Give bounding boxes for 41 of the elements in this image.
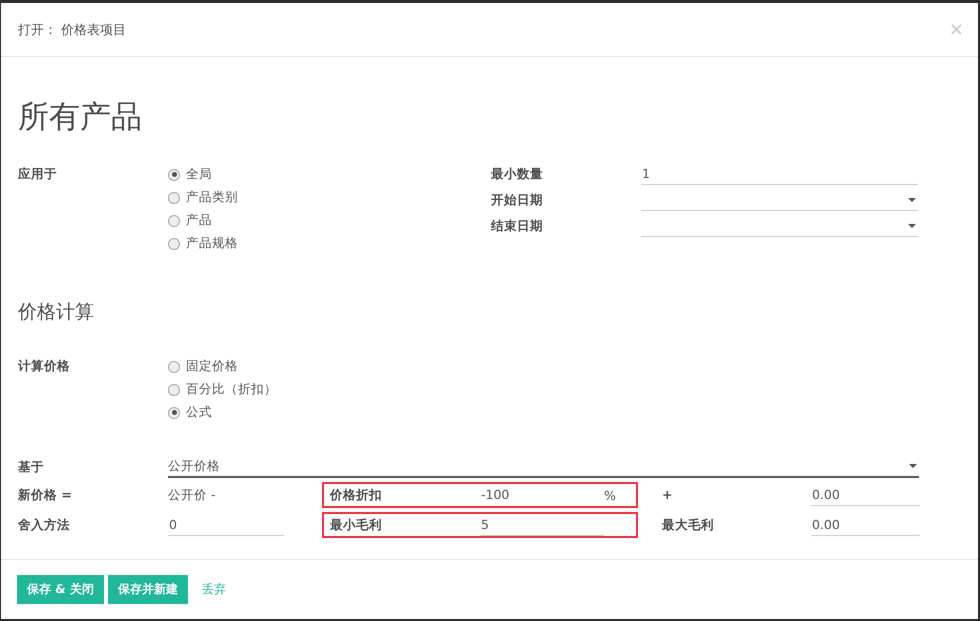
caret-icon [908,198,916,202]
select-field[interactable]: 公开价格 [168,456,919,478]
field-label: 最小毛利 [330,516,383,534]
option-label: 产品规格 [186,235,238,252]
input-field[interactable]: 1 [641,163,918,185]
field-label: + [662,486,674,504]
section-title: 价格计算 [18,300,95,325]
field-label: 开始日期 [491,191,544,209]
input-field[interactable]: 0.00 [811,484,920,506]
input-field[interactable]: 0 [168,514,284,536]
option-label: 全局 [186,166,212,183]
option-label: 产品 [186,212,212,229]
input-field[interactable]: 5 [480,514,604,536]
record-title: 所有产品 [18,98,143,137]
formula-text: 公开价 - [168,486,216,504]
field-label: 基于 [18,458,45,476]
field-label: 结束日期 [491,217,544,235]
option-label: 百分比（折扣） [186,381,277,398]
field-label: 最大毛利 [662,516,715,534]
field-label: 新价格 = [18,486,73,504]
caret-icon [909,464,917,468]
option-label: 固定价格 [186,358,238,375]
field-label: 最小数量 [491,165,544,183]
caret-icon [908,224,916,228]
radio-button[interactable] [168,384,180,396]
radio-button[interactable] [168,238,180,250]
option-label: 产品类别 [186,189,238,206]
dialog-title: 打开： 价格表项目 [18,22,126,38]
option-label: 公式 [186,404,212,421]
field-label: 应用于 [18,165,58,183]
field-label: 价格折扣 [330,486,383,504]
radio-button[interactable] [168,406,180,418]
field-label: 舍入方法 [18,516,71,534]
input-field[interactable]: -100 [480,484,604,506]
radio-button[interactable] [168,360,180,372]
radio-button[interactable] [168,192,180,204]
percent-sign: % [604,488,617,502]
radio-button[interactable] [168,214,180,226]
radio-button[interactable] [168,168,180,180]
input-field[interactable]: 0.00 [811,514,920,536]
field-label: 计算价格 [18,357,71,375]
